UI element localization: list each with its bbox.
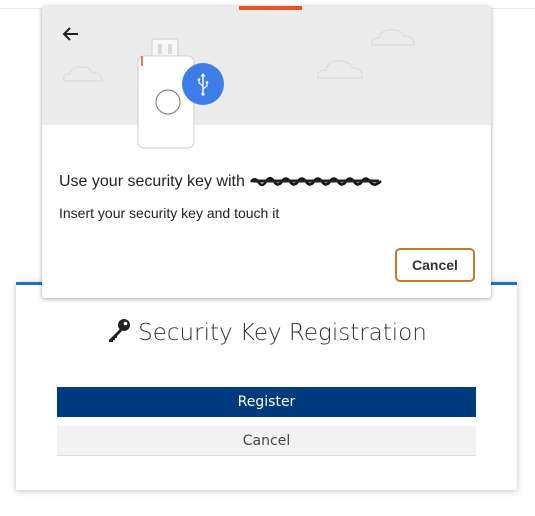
cloud-icon (317, 60, 363, 79)
security-key-registration-card: Security Key Registration Register Cance… (16, 282, 517, 490)
usb-icon (182, 63, 224, 105)
dialog-accent-bar (239, 6, 302, 10)
redacted-site-name (249, 176, 382, 187)
back-arrow-icon[interactable] (58, 22, 82, 46)
cloud-icon (371, 29, 415, 46)
dialog-title: Use your security key with (59, 173, 385, 191)
security-key-dialog: Use your security key with Insert your s… (42, 6, 491, 298)
dialog-illustration-area (42, 6, 491, 149)
registration-title: Security Key Registration (138, 320, 427, 346)
cloud-icon (63, 66, 103, 82)
dialog-message: Insert your security key and touch it (59, 205, 280, 221)
registration-cancel-button[interactable]: Cancel (57, 426, 476, 456)
registration-heading: Security Key Registration (16, 317, 517, 349)
register-button[interactable]: Register (57, 387, 476, 417)
dialog-cancel-button[interactable]: Cancel (395, 248, 475, 282)
key-icon (106, 317, 132, 349)
dialog-title-text: Use your security key with (59, 173, 245, 190)
